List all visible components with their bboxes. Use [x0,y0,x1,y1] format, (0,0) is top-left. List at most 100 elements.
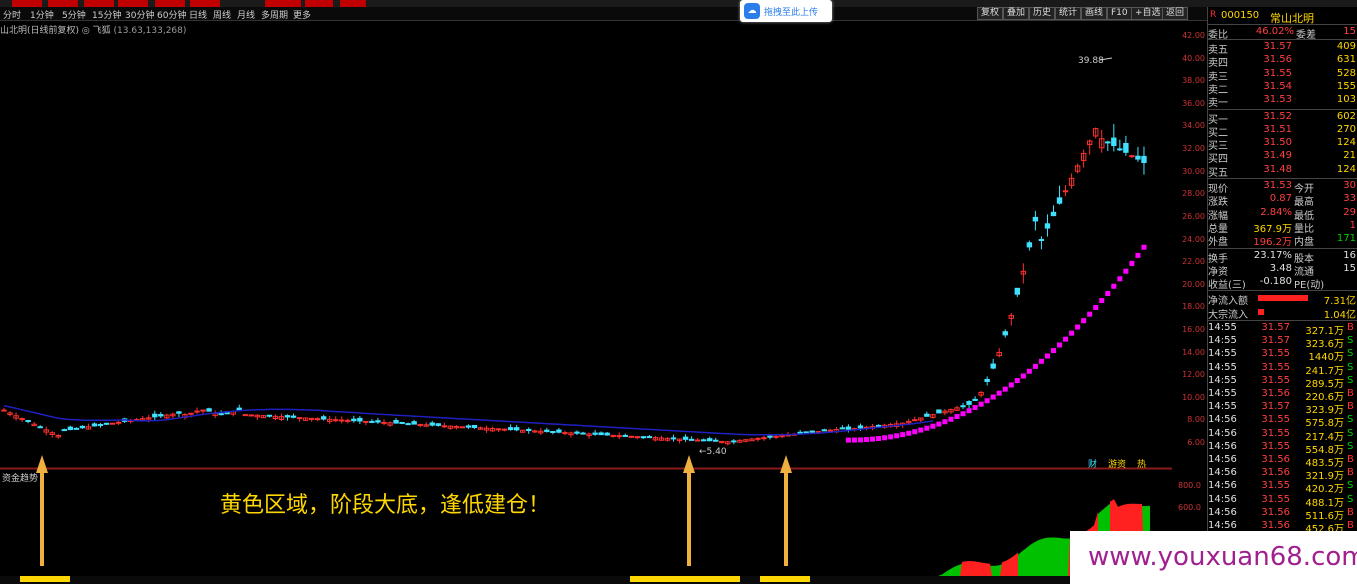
buy-price: 31.48 [1263,163,1292,175]
fund-trend-indicator-chart[interactable]: 800.0 600.0 [0,455,1207,584]
menu-item-8[interactable] [340,0,366,7]
candle-body [339,419,345,422]
candles [1,124,1147,446]
sell-level-label: 卖一 [1208,98,1228,110]
candle-body [767,435,773,438]
bottom-zone-bar [20,576,70,582]
quote-label-2: 内盘 [1294,237,1314,249]
upload-dropzone[interactable]: ☁ 拖拽至此上传 [740,0,832,22]
period-tab-weekly[interactable]: 周线 [213,8,231,21]
tick-direction: S [1347,414,1354,426]
price-axis-tick: 36.00 [1182,98,1205,108]
menu-item-5[interactable] [190,0,220,7]
candle-body [417,423,423,426]
trend-dot [1002,386,1008,392]
candle-body [429,422,435,426]
sell-level-row: 卖五 31.57 409 [1208,41,1357,56]
candle-body [1117,148,1123,151]
tick-direction: B [1347,401,1354,413]
period-tab-30min[interactable]: 30分钟 [125,8,154,21]
candle-body [459,426,466,429]
quote-value-2: 1 [1349,219,1356,231]
back-button[interactable]: 返回 [1162,7,1189,20]
trend-dot [1014,378,1020,384]
candle-body [616,435,622,438]
period-tab-60min[interactable]: 60分钟 [157,8,186,21]
tick-price: 31.57 [1261,322,1290,333]
buy-level-row: 买三 31.50 124 [1208,137,1357,152]
candle-body [936,409,942,414]
trend-line-dots [845,244,1147,443]
candle-body [200,409,206,412]
period-tab-multi[interactable]: 多周期 [261,8,288,21]
sub-axis-tick: 800.0 [1178,481,1201,490]
quote-row: 现价 31.53 今开 30 [1208,180,1357,195]
quote-value-2: 29 [1343,206,1356,218]
candle-body [640,436,647,439]
period-tab-daily[interactable]: 日线 [189,8,207,21]
history-button[interactable]: 历史 [1029,7,1056,20]
menu-item-1[interactable] [48,0,78,7]
trend-dot [972,405,978,411]
menu-item-4[interactable] [155,0,185,7]
tick-row: 14:56 31.55 420.2万 S [1208,480,1357,495]
tick-row: 14:55 31.55 241.7万 S [1208,362,1357,377]
f10-button[interactable]: F10 [1107,7,1132,20]
menu-item-6[interactable] [265,0,301,7]
period-tab-intraday[interactable]: 分时 [3,8,21,21]
candle-body [1135,155,1141,160]
period-tab-15min[interactable]: 15分钟 [92,8,121,21]
candle-body [333,419,339,422]
overlay-button[interactable]: 叠加 [1003,7,1030,20]
candle-body [97,423,104,426]
tick-direction: B [1347,520,1354,531]
candle-body [375,420,381,423]
period-tab-more[interactable]: 更多 [293,8,311,21]
draw-button[interactable]: 画线 [1081,7,1108,20]
tick-price: 31.57 [1261,335,1290,347]
caption-text: 黄色区域，阶段大底，逢低建仓！ [220,493,551,518]
tick-time: 14:56 [1208,440,1237,452]
menu-item-0[interactable] [12,0,42,7]
price-axis-tick: 42.00 [1182,31,1205,40]
candle-body [592,432,598,435]
trend-dot [857,437,863,443]
price-axis-tick: 32.00 [1182,144,1205,154]
candle-body [972,398,978,401]
candle-body [688,438,695,441]
candle-body [158,414,164,417]
period-tab-5min[interactable]: 5分钟 [62,8,86,21]
menu-item-3[interactable] [118,0,148,7]
trend-dot [1069,330,1075,336]
quote-row: 总量 367.9万 量比 1 [1208,219,1357,235]
candle-body [1111,137,1117,147]
candle-body [435,423,441,426]
price-axis-tick: 26.00 [1182,211,1205,221]
trend-dot [1129,260,1135,266]
add-watchlist-button[interactable]: +自选 [1131,7,1165,20]
candle-body [604,432,610,436]
candlestick-chart[interactable]: 39.88 ←5.40 [0,30,1172,470]
candle-body [314,418,321,421]
tick-price: 31.55 [1261,493,1290,505]
stats-button[interactable]: 统计 [1055,7,1082,20]
candle-body [1038,238,1045,241]
sell-level-row: 卖四 31.56 631 [1208,54,1357,69]
period-tab-monthly[interactable]: 月线 [237,8,255,21]
fund-row: 换手 23.17% 股本 16 [1208,250,1357,265]
trend-dot [954,414,960,420]
candle-body [682,436,689,440]
flow-value: 1.04亿 [1323,309,1356,321]
period-tab-1min[interactable]: 1分钟 [30,8,54,21]
menu-item-2[interactable] [84,0,114,7]
tick-price: 31.55 [1261,440,1290,452]
trend-dot [1105,291,1111,296]
buy-level-row: 买四 31.49 21 [1208,150,1357,165]
adjust-button[interactable]: 复权 [977,7,1004,20]
candle-body [290,415,297,418]
buy-level-row: 买二 31.51 270 [1208,124,1357,139]
candle-body [984,378,990,382]
trend-dot [1075,324,1081,330]
flow-bar [1258,308,1264,315]
menu-item-7[interactable] [305,0,333,7]
